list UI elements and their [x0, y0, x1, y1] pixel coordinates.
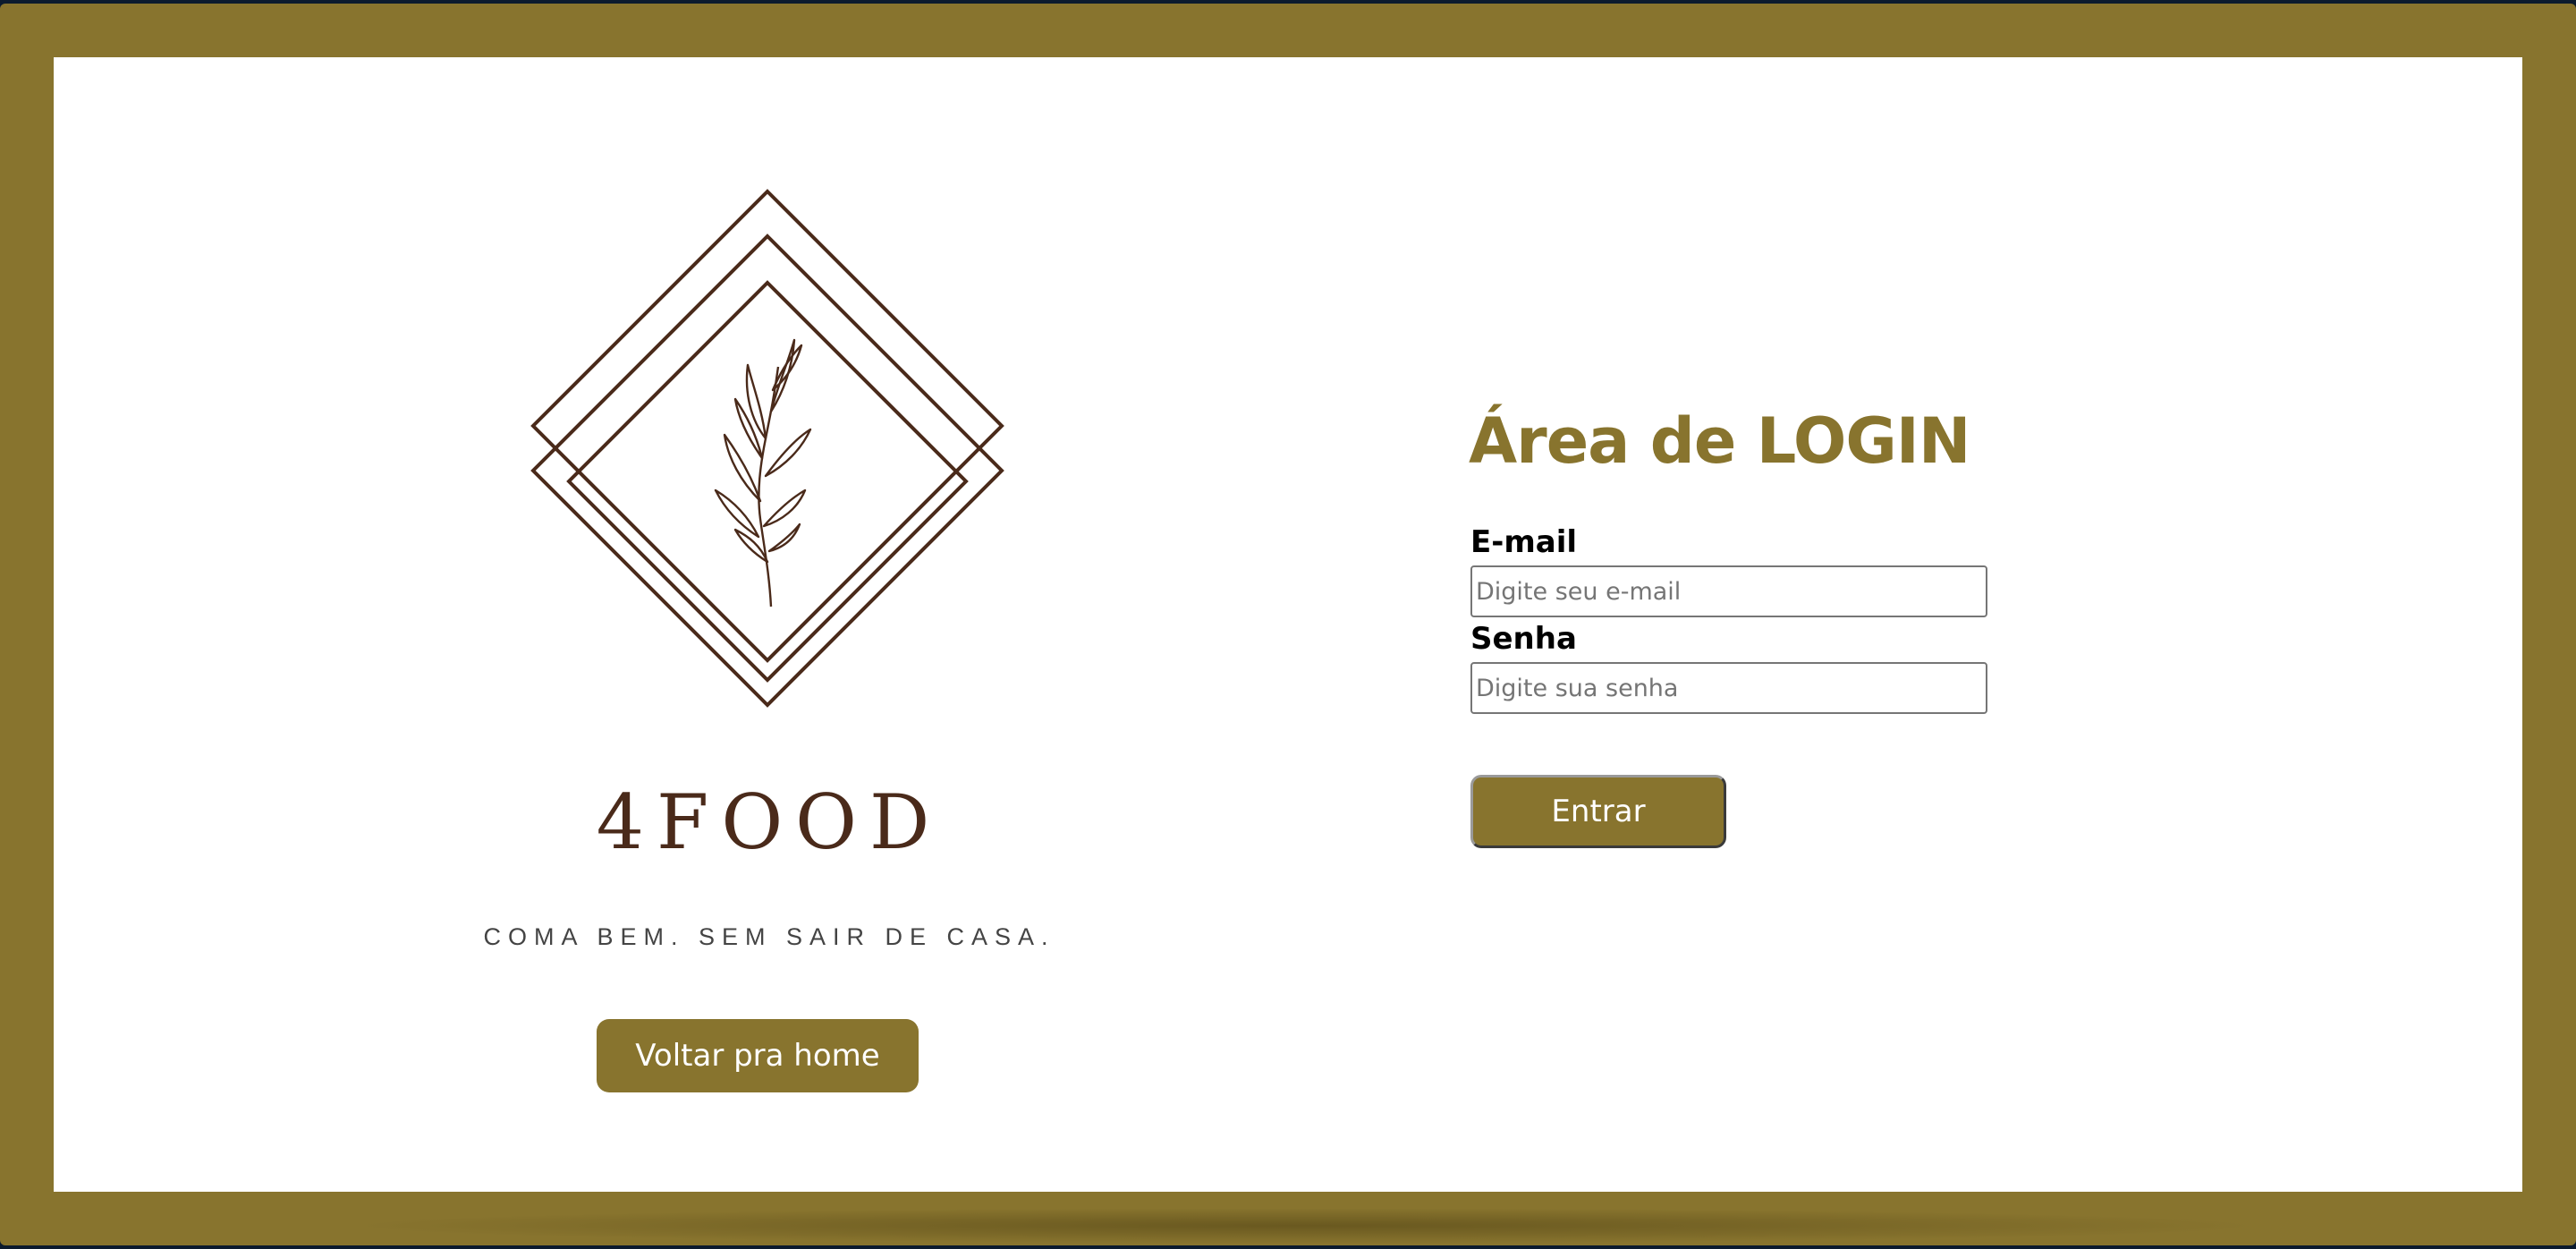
brand-name: 4FOOD	[596, 778, 943, 866]
password-label: Senha	[1470, 621, 1577, 657]
email-label: E-mail	[1470, 524, 1578, 560]
login-title: Área de LOGIN	[1469, 404, 1970, 478]
login-submit-button[interactable]: Entrar	[1470, 775, 1726, 848]
brand-section: 4FOOD COMA BEM. SEM SAIR DE CASA.	[465, 125, 1073, 1109]
leaf-diamond-logo-icon	[530, 189, 1004, 708]
back-home-button[interactable]: Voltar pra home	[597, 1019, 919, 1092]
password-field[interactable]	[1470, 662, 1987, 714]
page-frame	[0, 4, 2576, 1245]
email-field[interactable]	[1470, 565, 1987, 617]
brand-tagline: COMA BEM. SEM SAIR DE CASA.	[483, 923, 1055, 950]
content-panel	[54, 57, 2522, 1192]
